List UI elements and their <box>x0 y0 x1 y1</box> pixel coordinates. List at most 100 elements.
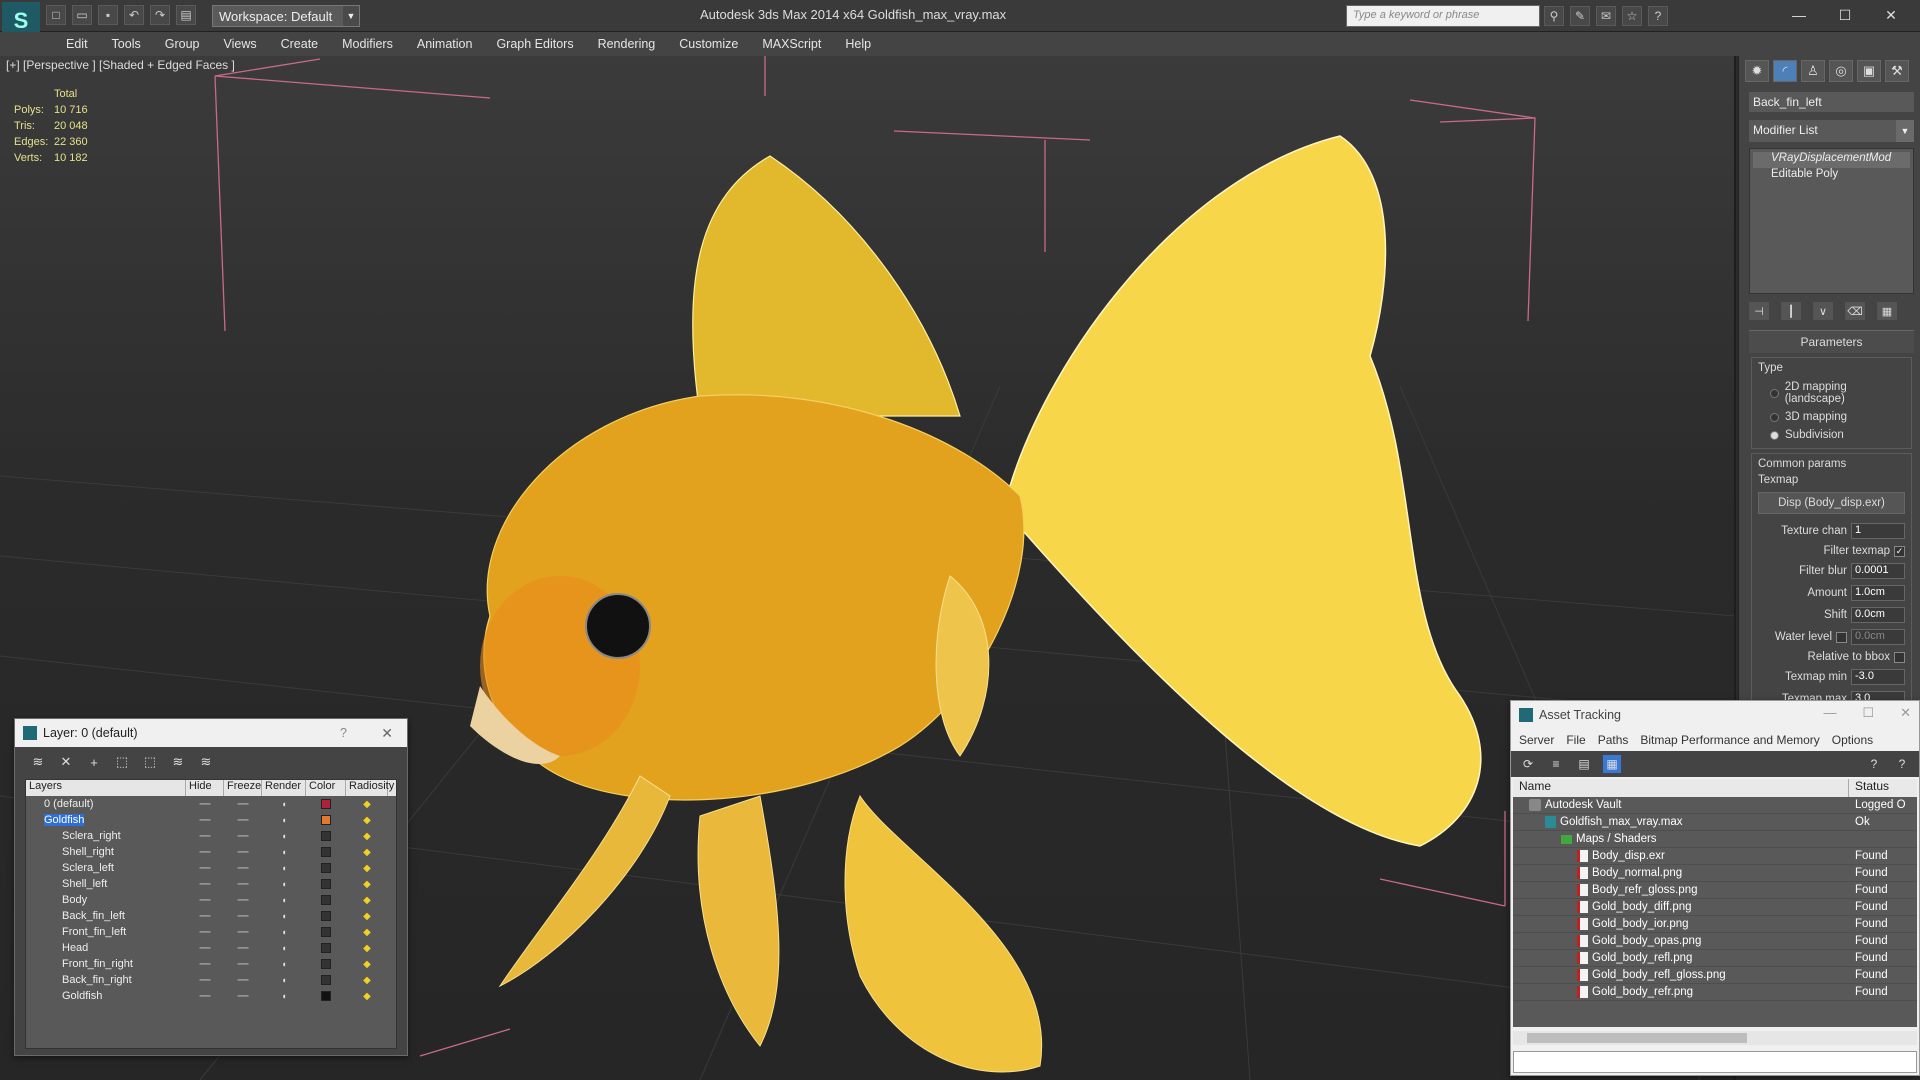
maximize-icon[interactable]: ☐ <box>1822 0 1868 30</box>
hide-toggle[interactable]: ━━ <box>186 831 224 842</box>
radiosity-icon[interactable]: ◆ <box>346 863 388 874</box>
menu-modifiers[interactable]: Modifiers <box>330 32 405 56</box>
open-file-icon[interactable]: ▭ <box>72 5 92 25</box>
hide-toggle[interactable]: ━━ <box>186 911 224 922</box>
asset-row[interactable]: Gold_body_refl.png Found <box>1513 950 1917 967</box>
layer-color-swatch[interactable] <box>306 959 346 969</box>
favorites-star-icon[interactable]: ☆ <box>1622 6 1642 26</box>
filter-texmap-checkbox[interactable]: ✓ <box>1894 545 1905 557</box>
asset-row[interactable]: Maps / Shaders <box>1513 831 1917 848</box>
asset-menu-file[interactable]: File <box>1566 733 1585 747</box>
hide-toggle[interactable]: ━━ <box>186 863 224 874</box>
viewport-label[interactable]: [+] [Perspective ] [Shaded + Edged Faces… <box>6 58 235 72</box>
menu-group[interactable]: Group <box>153 32 212 56</box>
minimize-icon[interactable]: — <box>1776 0 1822 30</box>
render-teapot-icon[interactable]: ◖ <box>262 975 306 985</box>
close-icon[interactable]: ✕ <box>1868 0 1914 30</box>
asset-path-field[interactable] <box>1513 1051 1917 1073</box>
layer-row[interactable]: Shell_left ━━ ━━ ◖ ◆ <box>26 876 396 892</box>
col-color[interactable]: Color <box>306 780 346 796</box>
freeze-toggle[interactable]: ━━ <box>224 943 262 954</box>
radiosity-icon[interactable]: ◆ <box>346 799 388 810</box>
amount-spinner[interactable]: 1.0cm <box>1851 585 1905 601</box>
layer-color-swatch[interactable] <box>306 799 346 809</box>
project-folder-icon[interactable]: ▤ <box>176 5 196 25</box>
list-view-icon[interactable]: ≡ <box>1547 755 1565 773</box>
layer-row[interactable]: Sclera_right ━━ ━━ ◖ ◆ <box>26 828 396 844</box>
freeze-toggle[interactable]: ━━ <box>224 991 262 1002</box>
menu-create[interactable]: Create <box>269 32 331 56</box>
freeze-toggle[interactable]: ━━ <box>224 895 262 906</box>
help-icon[interactable]: ? <box>1648 6 1668 26</box>
layer-color-swatch[interactable] <box>306 863 346 873</box>
asset-row[interactable]: Gold_body_diff.png Found <box>1513 899 1917 916</box>
layer-row[interactable]: Body ━━ ━━ ◖ ◆ <box>26 892 396 908</box>
undo-icon[interactable]: ↶ <box>124 5 144 25</box>
hide-toggle[interactable]: ━━ <box>186 879 224 890</box>
layer-color-swatch[interactable] <box>306 895 346 905</box>
layer-row[interactable]: Front_fin_left ━━ ━━ ◖ ◆ <box>26 924 396 940</box>
col-hide[interactable]: Hide <box>186 780 224 796</box>
layer-row[interactable]: Back_fin_right ━━ ━━ ◖ ◆ <box>26 972 396 988</box>
asset-row[interactable]: Gold_body_refl_gloss.png Found <box>1513 967 1917 984</box>
render-teapot-icon[interactable]: ◖ <box>262 911 306 921</box>
layer-row[interactable]: Front_fin_right ━━ ━━ ◖ ◆ <box>26 956 396 972</box>
render-teapot-icon[interactable]: ◖ <box>262 831 306 841</box>
new-file-icon[interactable]: □ <box>46 5 66 25</box>
water-level-checkbox[interactable] <box>1836 631 1847 643</box>
binoculars-icon[interactable]: ⚲ <box>1544 6 1564 26</box>
scrollbar-thumb[interactable] <box>1527 1033 1747 1043</box>
table-view-icon[interactable]: ▦ <box>1603 755 1621 773</box>
menu-views[interactable]: Views <box>211 32 268 56</box>
radiosity-icon[interactable]: ◆ <box>346 959 388 970</box>
object-name-field[interactable]: Back_fin_left <box>1749 92 1914 112</box>
help-icon[interactable]: ? <box>340 726 347 740</box>
col-radiosity[interactable]: Radiosity <box>346 780 394 796</box>
render-teapot-icon[interactable]: ◖ <box>262 895 306 905</box>
radio-2d-mapping[interactable]: 2D mapping (landscape) <box>1758 378 1905 408</box>
hide-toggle[interactable]: ━━ <box>186 975 224 986</box>
maximize-icon[interactable]: ☐ <box>1862 705 1874 721</box>
layer-color-swatch[interactable] <box>306 927 346 937</box>
configure-sets-icon[interactable]: ▦ <box>1877 302 1897 320</box>
menu-customize[interactable]: Customize <box>667 32 750 56</box>
hide-toggle[interactable]: ━━ <box>186 799 224 810</box>
render-teapot-icon[interactable]: ◖ <box>262 799 306 809</box>
radiosity-icon[interactable]: ◆ <box>346 975 388 986</box>
radiosity-icon[interactable]: ◆ <box>346 991 388 1002</box>
refresh-icon[interactable]: ⟳ <box>1519 755 1537 773</box>
modify-tab-icon[interactable]: ◜ <box>1773 60 1797 82</box>
texmap-min-spinner[interactable]: -3.0 <box>1851 669 1905 685</box>
communication-icon[interactable]: ✉ <box>1596 6 1616 26</box>
relative-bbox-checkbox[interactable] <box>1894 651 1905 663</box>
redo-icon[interactable]: ↷ <box>150 5 170 25</box>
help-context-icon[interactable]: ? <box>1893 755 1911 773</box>
minimize-icon[interactable]: — <box>1823 705 1836 721</box>
asset-menu-options[interactable]: Options <box>1832 733 1873 747</box>
tree-view-icon[interactable]: ▤ <box>1575 755 1593 773</box>
radiosity-icon[interactable]: ◆ <box>346 847 388 858</box>
radiosity-icon[interactable]: ◆ <box>346 879 388 890</box>
menu-maxscript[interactable]: MAXScript <box>750 32 833 56</box>
add-to-layer-icon[interactable]: + <box>85 753 103 771</box>
hide-toggle[interactable]: ━━ <box>186 959 224 970</box>
layer-row[interactable]: Back_fin_left ━━ ━━ ◖ ◆ <box>26 908 396 924</box>
render-teapot-icon[interactable]: ◖ <box>262 863 306 873</box>
goldfish-model[interactable] <box>470 135 1482 1073</box>
hide-all-icon[interactable]: ≋ <box>169 753 187 771</box>
freeze-toggle[interactable]: ━━ <box>224 847 262 858</box>
delete-layer-icon[interactable]: ✕ <box>57 753 75 771</box>
menu-tools[interactable]: Tools <box>100 32 153 56</box>
col-status[interactable]: Status <box>1849 779 1889 797</box>
water-level-spinner[interactable]: 0.0cm <box>1851 629 1905 645</box>
freeze-toggle[interactable]: ━━ <box>224 799 262 810</box>
rollout-title[interactable]: Parameters <box>1749 331 1914 353</box>
col-name[interactable]: Name <box>1513 779 1849 797</box>
hide-toggle[interactable]: ━━ <box>186 927 224 938</box>
close-icon[interactable]: ✕ <box>1900 705 1911 721</box>
freeze-toggle[interactable]: ━━ <box>224 879 262 890</box>
subscription-icon[interactable]: ✎ <box>1570 6 1590 26</box>
col-freeze[interactable]: Freeze <box>224 780 262 796</box>
freeze-toggle[interactable]: ━━ <box>224 815 262 826</box>
radiosity-icon[interactable]: ◆ <box>346 895 388 906</box>
